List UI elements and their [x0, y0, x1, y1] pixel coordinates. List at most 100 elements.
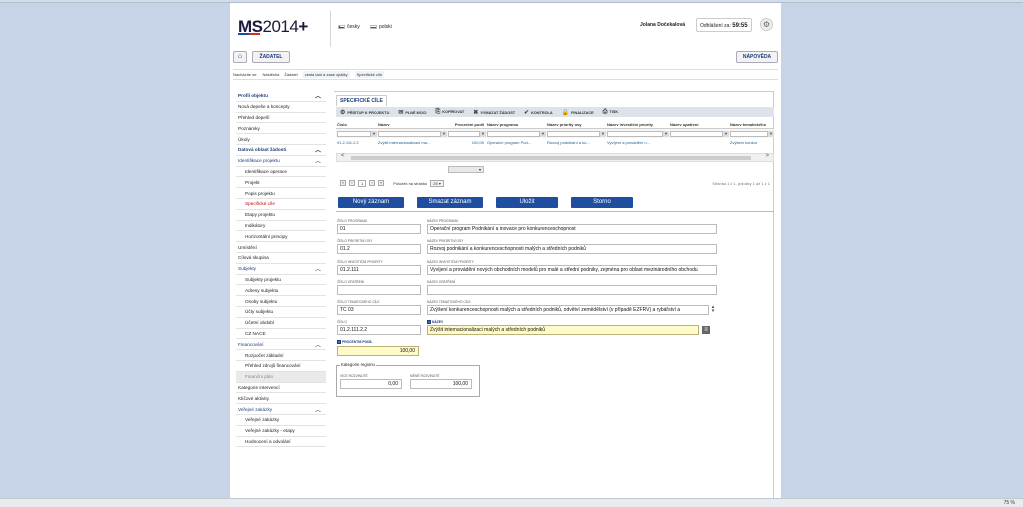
column-header[interactable]: Název priority osy	[546, 122, 606, 127]
home-icon[interactable]: ⌂	[233, 51, 247, 63]
first-page-button[interactable]: «	[340, 180, 346, 186]
column-header[interactable]: Název opatření	[669, 122, 729, 127]
sidebar-item[interactable]: Projekt	[236, 177, 326, 189]
axis-number-field[interactable]: 01.2	[337, 244, 421, 254]
scroll-left-icon[interactable]: <	[341, 153, 345, 159]
sidebar-item[interactable]: Hodnocení a odvolání	[236, 437, 326, 448]
investment-priority-name-field[interactable]: Vyvíjení a provádění nových obchodních m…	[427, 265, 717, 275]
filter-input[interactable]	[487, 130, 540, 137]
sidebar-item[interactable]: Indikátory	[236, 221, 326, 232]
code-field[interactable]: 01.2.111.2.2	[337, 325, 421, 335]
measure-number-field[interactable]	[337, 285, 421, 295]
program-name-field[interactable]: Operační program Podnikání a inovace pro…	[427, 224, 717, 234]
sidebar-item[interactable]: Subjekty ︿	[236, 264, 326, 275]
column-filter[interactable]: ▼	[729, 130, 774, 137]
picker-icon[interactable]: ≡	[702, 326, 710, 334]
sidebar-item[interactable]: Přehled depeší	[236, 113, 326, 124]
power-of-attorney-button[interactable]: ✉ PLNÉ MOCI	[398, 109, 426, 116]
sidebar-item[interactable]: Umístění	[236, 242, 326, 253]
column-header[interactable]: Název	[377, 122, 447, 127]
grid-dropdown[interactable]: ▾	[448, 166, 484, 173]
sidebar-item[interactable]: Identifikace projektu ︿	[236, 156, 326, 167]
thematic-goal-spinner-icon[interactable]: ▴ ▾	[710, 305, 716, 314]
page-number[interactable]: 1	[358, 179, 367, 187]
column-filter[interactable]: ▼	[606, 130, 669, 137]
chevron-up-icon[interactable]: ︿	[315, 405, 321, 414]
sidebar-item[interactable]: Cílová skupina	[236, 253, 326, 264]
filter-input[interactable]	[547, 130, 600, 137]
thematic-goal-number-field[interactable]: TC 03	[337, 305, 421, 315]
sidebar-item[interactable]: Klíčové aktivity	[236, 393, 326, 405]
next-page-button[interactable]: ›	[369, 180, 376, 186]
sidebar-item[interactable]: Identifikace operace	[236, 167, 326, 178]
lang-polish-link[interactable]: polski	[370, 24, 392, 30]
chevron-up-icon[interactable]: ︿	[315, 145, 321, 154]
sidebar-item[interactable]: Etapy projektu	[236, 210, 326, 221]
logout-timer[interactable]: Odhlášení za: 59:55	[696, 18, 752, 32]
prev-page-button[interactable]: ‹	[349, 180, 355, 186]
column-filter[interactable]: ▼	[336, 130, 377, 137]
sidebar-item[interactable]: Veřejné zakázky	[236, 415, 326, 426]
help-button[interactable]: NÁPOVĚDA	[736, 51, 778, 63]
sidebar-item[interactable]: Financování ︿	[236, 339, 326, 351]
column-header[interactable]: Číslo	[336, 122, 377, 127]
column-header[interactable]: Název programu	[486, 122, 546, 127]
chevron-up-icon[interactable]: ︿	[315, 91, 321, 100]
sidebar-item[interactable]: Specifické cíle	[236, 199, 326, 210]
sidebar-item[interactable]: Popis projektu	[236, 188, 326, 199]
filter-input[interactable]	[337, 130, 371, 137]
thematic-goal-name-field[interactable]: Zvýšení konkurenceschopnosti malých a st…	[427, 305, 709, 315]
column-filter[interactable]: ▼	[486, 130, 546, 137]
axis-name-field[interactable]: Rozvoj podnikání a konkurenceschopnosti …	[427, 244, 717, 254]
sidebar-item[interactable]: Subjekty projektu	[236, 275, 326, 286]
filter-input[interactable]	[378, 130, 441, 137]
sidebar-item[interactable]: Účetní období	[236, 318, 326, 329]
chevron-up-icon[interactable]: ︿	[315, 156, 321, 165]
program-number-field[interactable]: 01	[337, 224, 421, 234]
cancel-button[interactable]: Storno	[571, 197, 633, 208]
sidebar-item[interactable]: Datová oblast žádosti ︿	[236, 145, 326, 156]
sidebar-item[interactable]: Profil objektu ︿	[236, 91, 326, 102]
per-page-select[interactable]: 25 ▾	[430, 179, 444, 187]
horizontal-scrollbar[interactable]: < >	[336, 153, 774, 162]
delete-record-button[interactable]: Smazat záznam	[417, 197, 483, 208]
last-page-button[interactable]: »	[378, 180, 385, 186]
column-filter[interactable]: ▼	[546, 130, 606, 137]
column-header[interactable]: Název tematického	[729, 122, 774, 127]
save-button[interactable]: Uložit	[496, 197, 558, 208]
more-developed-field[interactable]: 0,00	[340, 379, 402, 389]
sidebar-item[interactable]: Veřejné zakázky ︿	[236, 404, 326, 415]
sidebar-item[interactable]: Účty subjektu	[236, 307, 326, 318]
finalize-button[interactable]: 🔒 FINALIZACE	[562, 109, 594, 116]
filter-input[interactable]	[730, 130, 768, 137]
column-header[interactable]: Název investiční priority	[606, 122, 669, 127]
zoom-level[interactable]: 75 %	[1004, 500, 1015, 506]
table-row[interactable]: 01.2.111.2.2 Zvýšit internacionalizaci ma…	[336, 138, 774, 147]
delete-request-button[interactable]: ✖ VYMAZAT ŽÁDOST	[473, 109, 515, 116]
breadcrumb-item[interactable]: cesta tam a zase zpátky	[302, 71, 350, 78]
column-filter[interactable]: ▼	[669, 130, 729, 137]
new-record-button[interactable]: Nový záznam	[338, 197, 404, 208]
lang-czech-link[interactable]: česky	[338, 24, 360, 30]
less-developed-field[interactable]: 100,00	[410, 379, 472, 389]
name-field[interactable]: Zvýšit internacionalizaci malých a střed…	[427, 325, 699, 335]
column-header[interactable]: Procentní podíl	[447, 122, 486, 127]
check-button[interactable]: ✔ KONTROLA	[524, 109, 553, 116]
filter-input[interactable]	[670, 130, 723, 137]
print-button[interactable]: ⎙ TISK	[603, 109, 618, 116]
chevron-up-icon[interactable]: ︿	[315, 264, 321, 273]
copy-button[interactable]: ⎘ KOPÍROVAT	[435, 109, 464, 116]
sidebar-item[interactable]: Úkoly	[236, 134, 326, 145]
filter-icon[interactable]: ▼	[768, 130, 774, 137]
investment-priority-number-field[interactable]: 01.2.111	[337, 265, 421, 275]
filter-input[interactable]	[607, 130, 663, 137]
sidebar-item[interactable]: Finanční plán	[236, 371, 326, 383]
scroll-right-icon[interactable]: >	[765, 153, 769, 159]
breadcrumb-item[interactable]: Žadatel	[284, 72, 297, 77]
chevron-up-icon[interactable]: ︿	[315, 340, 321, 349]
sidebar-item[interactable]: Nová depeše a koncepty	[236, 102, 326, 113]
column-filter[interactable]: ▼	[447, 130, 486, 137]
scrollbar-thumb[interactable]	[351, 156, 751, 160]
sidebar-item[interactable]: Veřejné zakázky - etapy	[236, 426, 326, 437]
breadcrumb-item[interactable]: Nástěnka	[262, 72, 279, 77]
